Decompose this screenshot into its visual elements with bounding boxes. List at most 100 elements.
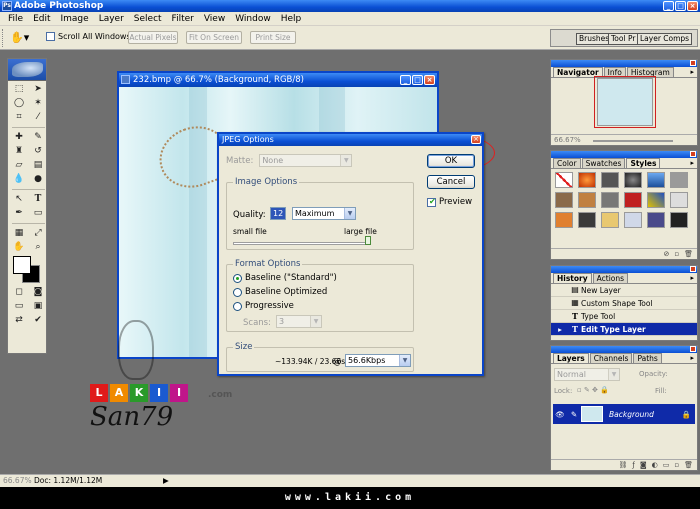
magic-wand-tool-icon[interactable]: ✶ [29, 97, 47, 110]
actual-pixels-button[interactable]: Actual Pixels [128, 31, 178, 44]
slice-tool-icon[interactable]: ⁄ [29, 111, 47, 124]
style-swatch[interactable] [670, 192, 688, 208]
status-zoom[interactable]: 66.67% [3, 475, 32, 487]
palette-title-bar[interactable] [551, 346, 697, 353]
full-screen-mode-icon[interactable]: ▣ [29, 300, 47, 313]
fit-on-screen-button[interactable]: Fit On Screen [186, 31, 242, 44]
status-menu-arrow-icon[interactable]: ▶ [163, 475, 169, 487]
dodge-tool-icon[interactable]: ● [29, 173, 47, 186]
connection-speed-select[interactable]: 56.6Kbps ▼ [345, 354, 411, 367]
baseline-optimized-radio[interactable]: Baseline Optimized [233, 287, 327, 297]
style-swatch[interactable] [670, 172, 688, 188]
style-swatch[interactable] [555, 172, 573, 188]
tab-styles[interactable]: Styles [626, 158, 661, 168]
style-swatch[interactable] [647, 172, 665, 188]
new-style-icon[interactable]: ▫ [674, 249, 679, 259]
palette-close-icon[interactable] [690, 60, 696, 66]
path-selection-tool-icon[interactable]: ↖ [10, 193, 28, 206]
blur-tool-icon[interactable]: 💧 [10, 173, 28, 186]
standard-mode-icon[interactable]: ◻ [10, 286, 28, 299]
style-swatch[interactable] [647, 192, 665, 208]
history-item-selected[interactable]: ▸ T Edit Type Layer [551, 323, 697, 336]
history-item[interactable]: T Type Tool [551, 310, 697, 323]
history-brush-tool-icon[interactable]: ↺ [29, 145, 47, 158]
tab-swatches[interactable]: Swatches [581, 158, 626, 168]
style-swatch[interactable] [578, 212, 596, 228]
scans-select[interactable]: 3 ▼ [276, 315, 322, 328]
style-swatch[interactable] [670, 212, 688, 228]
blend-mode-select[interactable]: Normal ▼ [554, 368, 620, 381]
palette-close-icon[interactable] [690, 346, 696, 352]
doc-close-button[interactable]: × [424, 75, 435, 85]
tab-actions[interactable]: Actions [592, 273, 629, 283]
checkbox-box[interactable] [46, 32, 55, 41]
history-brush-icon[interactable]: ▸ [551, 325, 569, 334]
preview-check-box[interactable]: ✔ [427, 197, 436, 207]
jump-check-icon[interactable]: ✔ [29, 314, 47, 327]
layer-comps-tab[interactable]: Layer Comps [637, 33, 693, 45]
document-title-bar[interactable]: 232.bmp @ 66.7% (Background, RGB/8) _ □ … [119, 73, 437, 87]
zoom-tool-icon[interactable]: ⌕ [29, 241, 47, 254]
trash-icon[interactable]: 🗑 [684, 249, 693, 259]
menu-layer[interactable]: Layer [94, 14, 129, 24]
menu-file[interactable]: File [3, 14, 28, 24]
trash-icon[interactable]: 🗑 [684, 460, 693, 470]
new-layer-icon[interactable]: ▫ [674, 460, 679, 470]
dialog-title-bar[interactable]: JPEG Options × [219, 134, 482, 146]
options-grip[interactable] [2, 29, 5, 47]
brush-link-icon[interactable]: ✎ [567, 410, 581, 419]
tab-color[interactable]: Color [553, 158, 581, 168]
palette-menu-icon[interactable]: ▸ [690, 158, 694, 168]
maximize-button[interactable]: □ [675, 1, 686, 11]
lock-icons[interactable]: ▫ ✎ ✥ 🔒 [577, 386, 609, 394]
navigator-view-box[interactable] [594, 76, 656, 128]
quality-slider-thumb[interactable] [365, 236, 371, 245]
scroll-all-windows-checkbox[interactable]: Scroll All Windows [46, 32, 131, 41]
style-swatch[interactable] [601, 212, 619, 228]
tab-paths[interactable]: Paths [633, 353, 662, 363]
style-swatch[interactable] [624, 192, 642, 208]
doc-maximize-button[interactable]: □ [412, 75, 423, 85]
healing-brush-tool-icon[interactable]: ✚ [10, 131, 28, 144]
shape-tool-icon[interactable]: ▭ [29, 207, 47, 220]
doc-minimize-button[interactable]: _ [400, 75, 411, 85]
preview-checkbox[interactable]: ✔ Preview [427, 197, 472, 207]
menu-select[interactable]: Select [129, 14, 167, 24]
crop-tool-icon[interactable]: ⌗ [10, 111, 28, 124]
layer-style-icon[interactable]: ƒ [632, 460, 634, 470]
radio-dot[interactable] [233, 287, 242, 297]
cancel-button[interactable]: Cancel [427, 175, 475, 189]
new-group-icon[interactable]: ▭ [663, 460, 670, 470]
matte-select[interactable]: None ▼ [259, 154, 353, 167]
hand-tool-icon[interactable]: ✋ [10, 241, 28, 254]
style-swatch[interactable] [624, 212, 642, 228]
style-swatch[interactable] [555, 192, 573, 208]
clone-stamp-tool-icon[interactable]: ♜ [10, 145, 28, 158]
history-item[interactable]: ▤ New Layer [551, 284, 697, 297]
style-swatch[interactable] [601, 192, 619, 208]
gradient-tool-icon[interactable]: ▤ [29, 159, 47, 172]
menu-filter[interactable]: Filter [167, 14, 199, 24]
palette-menu-icon[interactable]: ▸ [690, 67, 694, 77]
foreground-color-swatch[interactable] [13, 256, 31, 274]
palette-menu-icon[interactable]: ▸ [690, 353, 694, 363]
radio-dot[interactable] [233, 273, 242, 283]
lasso-tool-icon[interactable]: ◯ [10, 97, 28, 110]
adjustment-layer-icon[interactable]: ◐ [652, 460, 658, 470]
print-size-button[interactable]: Print Size [250, 31, 296, 44]
style-swatch[interactable] [578, 192, 596, 208]
baseline-standard-radio[interactable]: Baseline ("Standard") [233, 273, 337, 283]
quick-mask-mode-icon[interactable]: ◙ [29, 286, 47, 299]
minimize-button[interactable]: _ [663, 1, 674, 11]
style-swatch[interactable] [578, 172, 596, 188]
menu-view[interactable]: View [199, 14, 230, 24]
toolbox-header[interactable] [8, 59, 46, 81]
palette-title-bar[interactable] [551, 151, 697, 158]
eyedropper-tool-icon[interactable]: ⤢ [29, 227, 47, 240]
tab-channels[interactable]: Channels [589, 353, 633, 363]
delete-style-icon[interactable]: ⊘ [663, 249, 669, 259]
style-swatch[interactable] [624, 172, 642, 188]
tool-presets-tab[interactable]: Tool Pr [608, 33, 639, 45]
palette-title-bar[interactable] [551, 266, 697, 273]
link-icon[interactable]: ⛓ [618, 460, 627, 470]
